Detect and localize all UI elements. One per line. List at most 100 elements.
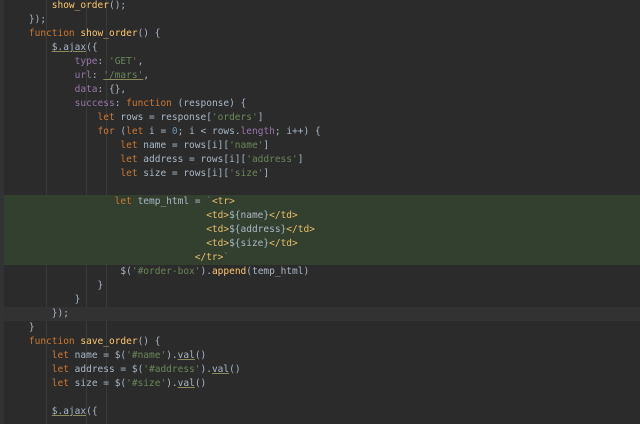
code-token: :: [97, 56, 109, 67]
code-token: () {: [137, 28, 161, 39]
code-line[interactable]: <td>${size}</td>: [6, 237, 640, 251]
code-token: ).: [166, 378, 178, 389]
code-token: }: [6, 294, 81, 305]
code-token: (response) {: [177, 98, 247, 109]
code-line[interactable]: let size = $('#size').val(): [6, 377, 640, 391]
code-line[interactable]: }: [6, 279, 640, 293]
code-token: ; i < rows.: [177, 126, 241, 137]
code-token: address = rows[i][: [143, 154, 247, 165]
code-token: ${address}: [229, 224, 287, 235]
code-line[interactable]: for (let i = 0; i < rows.length; i++) {: [6, 125, 640, 139]
code-token: '#size': [126, 378, 167, 389]
code-token: append: [211, 266, 247, 277]
code-token: <tr>: [211, 196, 235, 207]
code-token: ${size}: [229, 238, 270, 249]
code-token: size = $(: [74, 378, 127, 389]
code-token: ({: [86, 42, 98, 53]
code-line[interactable]: function save_order() {: [6, 335, 640, 349]
code-token: $(: [6, 266, 132, 277]
code-token: }: [6, 322, 35, 333]
code-line[interactable]: show_order();: [6, 0, 640, 13]
code-token: 'name': [229, 140, 264, 151]
code-line[interactable]: });: [6, 13, 640, 27]
code-token: function: [126, 98, 178, 109]
code-line[interactable]: let address = $('#address').val(): [6, 363, 640, 377]
code-token: val: [177, 350, 195, 361]
code-token: });: [6, 308, 69, 319]
code-token: let: [114, 196, 138, 207]
code-token: }: [6, 280, 104, 291]
code-token: '/mars': [103, 70, 144, 81]
code-token: success: [74, 98, 115, 109]
code-token: ]: [297, 154, 304, 165]
code-line[interactable]: </tr>`: [6, 251, 640, 265]
code-line[interactable]: <td>${address}</td>: [6, 223, 640, 237]
code-line[interactable]: let rows = response['orders']: [6, 111, 640, 125]
code-token: ]: [257, 112, 264, 123]
code-line[interactable]: $.ajax({: [6, 41, 640, 55]
code-token: 'GET': [108, 56, 138, 67]
code-line[interactable]: let address = rows[i]['address']: [6, 153, 640, 167]
code-token: :: [91, 70, 104, 81]
code-token: 'orders': [211, 112, 258, 123]
code-token: ]: [263, 140, 270, 151]
code-token: () {: [137, 336, 161, 347]
code-line[interactable]: success: function (response) {: [6, 97, 640, 111]
code-token: </tr>: [194, 252, 224, 263]
code-line[interactable]: [6, 181, 640, 195]
code-token: (temp_html): [246, 266, 310, 277]
code-token: let: [120, 140, 144, 151]
code-token: length: [240, 126, 275, 137]
code-line[interactable]: <td>${name}</td>: [6, 209, 640, 223]
code-line[interactable]: data: {},: [6, 83, 640, 97]
code-line[interactable]: type: 'GET',: [6, 55, 640, 69]
code-line[interactable]: });: [6, 307, 640, 321]
code-token: for: [97, 126, 121, 137]
code-token: name = $(: [74, 350, 127, 361]
code-token: '#name': [126, 350, 167, 361]
code-token: temp_html =: [137, 196, 207, 207]
code-token: ,: [143, 70, 150, 81]
code-token: val: [211, 364, 230, 375]
code-token: `: [223, 252, 230, 263]
code-line[interactable]: }: [6, 293, 640, 307]
code-token: let: [51, 364, 75, 375]
code-token: :: [114, 98, 127, 109]
code-token: type: [74, 56, 98, 67]
code-token: 'size': [229, 168, 264, 179]
code-token: show_order: [80, 28, 138, 39]
code-line[interactable]: let size = rows[i]['size']: [6, 167, 640, 181]
code-line[interactable]: $.ajax({: [6, 405, 640, 419]
code-line[interactable]: $('#order-box').append(temp_html): [6, 265, 640, 279]
code-token: <td>: [206, 238, 230, 249]
code-line[interactable]: url: '/mars',: [6, 69, 640, 83]
code-line[interactable]: [6, 391, 640, 405]
code-token: '#order-box': [131, 266, 201, 277]
code-line[interactable]: let name = rows[i]['name']: [6, 139, 640, 153]
code-editor[interactable]: show_order(); }); function show_order() …: [0, 0, 640, 424]
code-token: ]: [263, 168, 270, 179]
code-token: data: [74, 84, 98, 95]
code-line[interactable]: let name = $('#name').val(): [6, 349, 640, 363]
code-token: ,: [137, 56, 144, 67]
code-line[interactable]: function show_order() {: [6, 27, 640, 41]
code-token: </td>: [269, 238, 298, 249]
code-line[interactable]: }: [6, 321, 640, 335]
code-line[interactable]: let temp_html = `<tr>: [6, 195, 640, 209]
